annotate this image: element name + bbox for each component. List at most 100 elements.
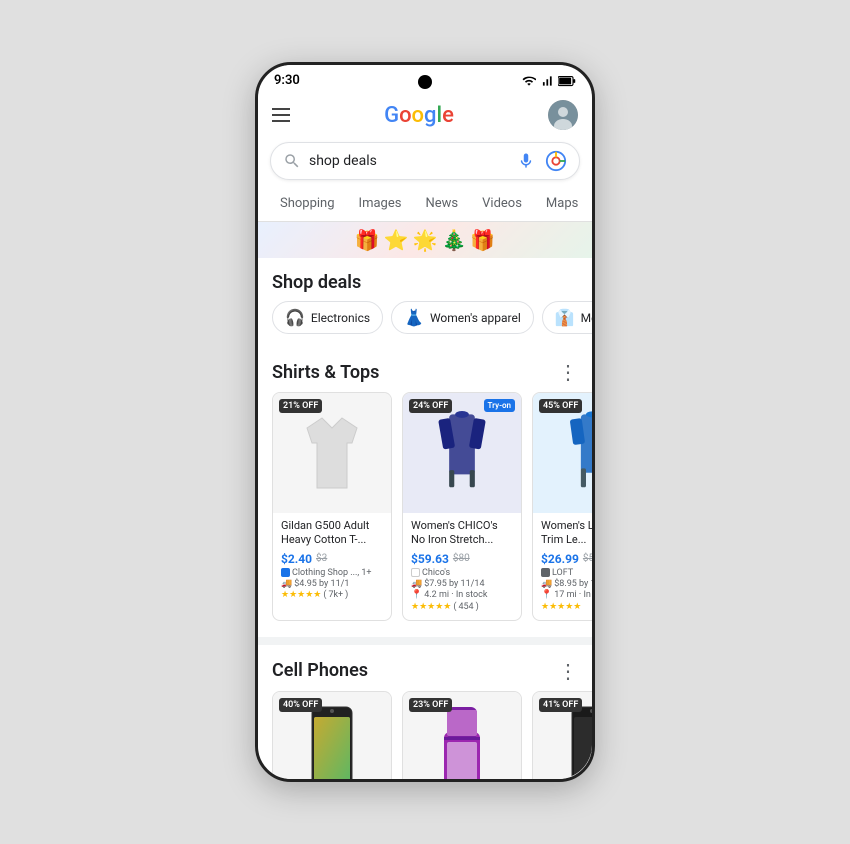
product-card-s23[interactable]: 41% OFF Samsung Gal... S23	[532, 691, 592, 779]
tab-books[interactable]: Books	[590, 188, 592, 221]
holiday-decoration-1: 🎁	[355, 228, 380, 252]
chicos-info: Women's CHICO's No Iron Stretch... $59.6…	[403, 513, 521, 620]
search-bar[interactable]: shop deals	[270, 142, 580, 180]
tab-maps[interactable]: Maps	[534, 188, 590, 221]
tab-news[interactable]: News	[413, 188, 470, 221]
wifi-icon	[522, 74, 536, 88]
chicos-seller: Chico's	[411, 568, 513, 578]
microphone-icon[interactable]	[517, 152, 535, 170]
truck-icon2: 🚚	[411, 579, 422, 589]
phone-a13-svg	[302, 702, 362, 779]
gildan-rating: ★★★★★ (7k+)	[281, 590, 383, 600]
logo-o2: o	[412, 103, 424, 128]
tab-shopping[interactable]: Shopping	[268, 188, 347, 221]
gildan-discount: 21% OFF	[279, 399, 322, 413]
product-card-a13[interactable]: 40% OFF	[272, 691, 392, 779]
holiday-decoration-2: ⭐	[384, 228, 409, 252]
shop-deals-section: Shop deals 🎧 Electronics 👗 Women's appar…	[258, 258, 592, 346]
battery-icon	[558, 74, 576, 88]
gildan-image: 21% OFF	[273, 393, 391, 513]
chicos-name: Women's CHICO's No Iron Stretch...	[411, 519, 513, 548]
phones-section-header: Cell Phones ⋮	[258, 645, 592, 691]
phones-section: Cell Phones ⋮ 40% OFF	[258, 645, 592, 779]
phone-screen: 9:30 G o o g l e	[258, 65, 592, 779]
chicos-image: 24% OFF Try-on	[403, 393, 521, 513]
shop-deals-header: Shop deals	[258, 258, 592, 301]
logo-e: e	[442, 103, 454, 128]
shop-deals-title: Shop deals	[272, 272, 361, 293]
shirts-section: Shirts & Tops ⋮ 21% OFF Gildan G500 Adul…	[258, 346, 592, 637]
chicos-rating: ★★★★★ (454)	[411, 602, 513, 612]
google-lens-icon[interactable]	[545, 150, 567, 172]
phones-more-button[interactable]: ⋮	[558, 659, 578, 683]
loft-rating: ★★★★★	[541, 602, 592, 612]
loft-price: $26.99	[541, 552, 579, 566]
fold4-discount: 23% OFF	[409, 698, 452, 712]
product-card-gildan[interactable]: 21% OFF Gildan G500 Adult Heavy Cotton T…	[272, 392, 392, 621]
search-icon	[283, 152, 301, 170]
loft-name: Women's Loft Button Trim Le...	[541, 519, 592, 548]
loft-stars: ★★★★★	[541, 602, 581, 612]
chicos-discount: 24% OFF	[409, 399, 452, 413]
loft-shirt-svg	[562, 403, 592, 503]
tab-videos[interactable]: Videos	[470, 188, 534, 221]
logo-o1: o	[399, 103, 411, 128]
tab-images[interactable]: Images	[347, 188, 414, 221]
chicos-stars: ★★★★★	[411, 602, 451, 612]
product-card-chicos[interactable]: 24% OFF Try-on Women's CHICO's No Iron	[402, 392, 522, 621]
product-card-loft[interactable]: 45% OFF Women's Loft Button Trim Le...	[532, 392, 592, 621]
shop-deals-chips: 🎧 Electronics 👗 Women's apparel 👔 Men's …	[258, 301, 592, 346]
section-divider	[258, 637, 592, 645]
tabs-row: Shopping Images News Videos Maps Books	[258, 188, 592, 222]
search-query: shop deals	[309, 153, 509, 169]
shirts-more-button[interactable]: ⋮	[558, 360, 578, 384]
status-icons	[522, 74, 576, 88]
header: G o o g l e	[258, 92, 592, 138]
gildan-name: Gildan G500 Adult Heavy Cotton T-...	[281, 519, 383, 548]
chicos-shipping: 🚚 $7.95 by 11/14	[411, 579, 513, 589]
chip-electronics[interactable]: 🎧 Electronics	[272, 301, 383, 334]
s23-image: 41% OFF	[533, 692, 592, 779]
gildan-price: $2.40	[281, 552, 312, 566]
menu-button[interactable]	[272, 108, 290, 122]
chip-mens-label: Men's apparel	[581, 311, 592, 325]
gildan-price-row: $2.40 $3	[281, 552, 383, 566]
chip-electronics-label: Electronics	[311, 311, 370, 325]
gildan-reviews: (	[323, 590, 326, 600]
chip-mens-apparel[interactable]: 👔 Men's apparel	[542, 301, 592, 334]
holiday-decoration-3: 🌟	[413, 228, 438, 252]
gildan-stars: ★★★★★	[281, 590, 321, 600]
logo-g2: g	[424, 103, 436, 128]
phones-title: Cell Phones	[272, 660, 368, 681]
phone-frame: 9:30 G o o g l e	[255, 62, 595, 782]
try-on-badge: Try-on	[484, 399, 516, 412]
loft-price-row: $26.99 $50	[541, 552, 592, 566]
status-bar: 9:30	[258, 65, 592, 92]
gildan-seller: Clothing Shop ..., 1+	[281, 568, 383, 578]
s23-discount: 41% OFF	[539, 698, 582, 712]
chip-womens-apparel[interactable]: 👗 Women's apparel	[391, 301, 534, 334]
chicos-seller-icon	[411, 568, 420, 577]
shirts-title: Shirts & Tops	[272, 362, 379, 383]
logo-g: G	[384, 103, 399, 128]
phone-fold4-svg	[432, 702, 492, 779]
shirt-svg	[297, 413, 367, 493]
loft-image: 45% OFF	[533, 393, 592, 513]
pin-icon2: 📍	[541, 590, 552, 600]
pin-icon: 📍	[411, 590, 422, 600]
loft-location: 📍 17 mi · In sto...	[541, 590, 592, 600]
loft-discount: 45% OFF	[539, 399, 582, 413]
seller-icon-blue	[281, 568, 290, 577]
fold4-image: 23% OFF	[403, 692, 521, 779]
loft-shipping: 🚚 $8.95 by 11/8	[541, 579, 592, 589]
chip-womens-label: Women's apparel	[430, 311, 521, 325]
google-logo: G o o g l e	[384, 103, 454, 128]
user-avatar[interactable]	[548, 100, 578, 130]
loft-seller-icon	[541, 568, 550, 577]
product-card-fold4[interactable]: 23% OFF Samsung Galaxy Z Fold4	[402, 691, 522, 779]
electronics-icon: 🎧	[285, 308, 305, 327]
phone-s23-svg	[562, 702, 592, 779]
chicos-price: $59.63	[411, 552, 449, 566]
gildan-info: Gildan G500 Adult Heavy Cotton T-... $2.…	[273, 513, 391, 608]
chicos-price-row: $59.63 $80	[411, 552, 513, 566]
